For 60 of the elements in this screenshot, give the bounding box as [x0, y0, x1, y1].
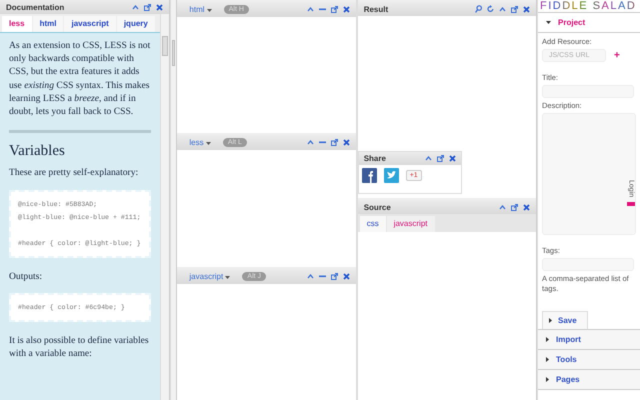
popout-icon[interactable]	[330, 6, 338, 13]
accordion-header[interactable]: Pages	[538, 370, 640, 390]
close-icon[interactable]	[448, 155, 456, 162]
caret-icon	[225, 276, 230, 279]
panel-title: Share	[364, 154, 387, 163]
mode-dropdown[interactable]: html	[183, 5, 212, 14]
caret-icon	[546, 337, 550, 342]
popout-icon[interactable]	[330, 272, 338, 280]
tab[interactable]: jquery	[116, 16, 155, 32]
accordion-header[interactable]: Import	[538, 330, 640, 350]
paragraph: Outputs:	[9, 270, 44, 283]
section-heading: Variables	[9, 145, 66, 158]
panel-title: Source	[364, 202, 392, 212]
minimize-icon[interactable]	[318, 141, 326, 144]
accordion-header[interactable]: Project	[538, 12, 640, 33]
collapse-icon[interactable]	[132, 4, 139, 10]
collapse-icon[interactable]	[306, 274, 314, 279]
close-icon[interactable]	[342, 139, 350, 146]
search-icon[interactable]	[475, 5, 482, 13]
collapse-icon[interactable]	[424, 156, 432, 161]
caret-icon	[546, 377, 550, 382]
tab[interactable]: html	[32, 16, 64, 32]
close-icon[interactable]	[342, 6, 350, 13]
close-icon[interactable]	[156, 4, 163, 10]
popout-icon[interactable]	[330, 139, 338, 146]
popout-icon[interactable]	[436, 155, 444, 162]
collapse-icon[interactable]	[306, 140, 314, 146]
popout-icon[interactable]	[144, 4, 151, 10]
minimize-icon[interactable]	[318, 274, 326, 278]
facebook-icon[interactable]	[362, 168, 377, 183]
close-icon[interactable]	[523, 204, 530, 210]
add-resource-button[interactable]: +	[614, 50, 620, 61]
close-icon[interactable]	[342, 272, 350, 280]
paragraph: These are pretty self-explanatory:	[9, 166, 140, 180]
caret-icon	[206, 9, 212, 12]
caret-icon	[546, 21, 552, 24]
accordion-header[interactable]: Tools	[538, 350, 640, 370]
tab[interactable]: less	[2, 16, 32, 32]
mode-dropdown[interactable]: less	[183, 138, 211, 148]
tab[interactable]: javascript	[64, 16, 116, 32]
bird-icon[interactable]	[384, 168, 399, 183]
paragraph: As an extension to CSS, LESS is not only backwards compatible with CSS, but the extra features it adds use existing CSS syntax. This makes learning LESS a breeze, and if in doubt, lets you fall back to CSS.	[9, 39, 151, 118]
save-button[interactable]: Save	[542, 311, 588, 329]
collapse-icon[interactable]	[306, 7, 314, 12]
collapse-icon[interactable]	[499, 204, 506, 210]
caret-icon	[206, 142, 211, 146]
panel-title: Result	[364, 4, 390, 14]
caret-icon	[546, 357, 550, 362]
refresh-icon[interactable]	[487, 5, 494, 13]
tab[interactable]: javascript	[386, 216, 434, 232]
collapse-icon[interactable]	[499, 6, 506, 12]
tab[interactable]: css	[360, 216, 386, 232]
close-icon[interactable]	[523, 6, 530, 12]
popout-icon[interactable]	[511, 204, 518, 210]
minimize-icon[interactable]	[318, 8, 326, 11]
paragraph: It is also possible to define variables with a variable name:	[9, 334, 150, 360]
panel-title: Documentation	[6, 2, 66, 12]
caret-icon	[549, 318, 552, 323]
popout-icon[interactable]	[511, 6, 518, 12]
mode-dropdown[interactable]: javascript	[183, 272, 230, 281]
